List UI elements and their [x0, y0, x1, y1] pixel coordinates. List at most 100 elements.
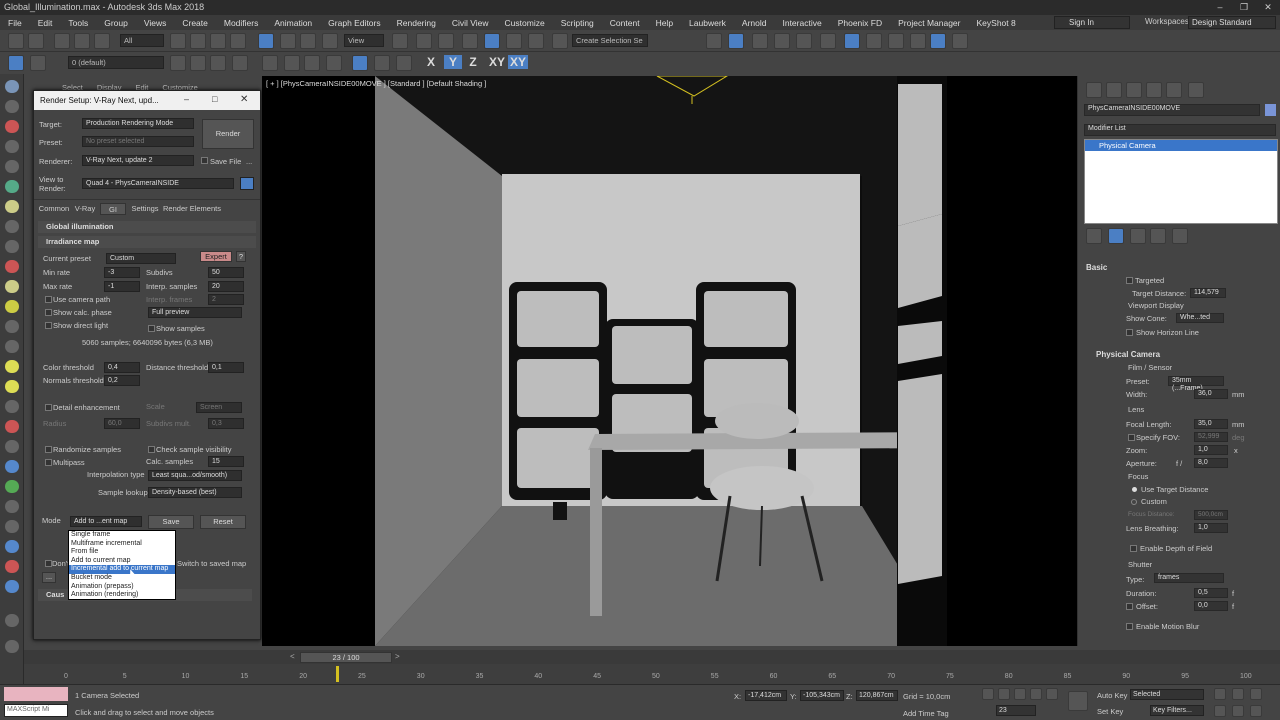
menu-tools[interactable]: Tools [60, 18, 96, 28]
menu-arnold[interactable]: Arnold [734, 18, 775, 28]
renderer-dropdown[interactable]: V-Ray Next, update 2 [82, 155, 194, 166]
mode-option[interactable]: Incremental add to current map [69, 565, 175, 574]
normals-threshold-input[interactable]: 0,2 [104, 375, 140, 386]
green-leaf-icon[interactable] [284, 55, 300, 71]
align-icon[interactable] [728, 33, 744, 49]
axis-x-button[interactable]: X [422, 55, 440, 69]
zoom-input[interactable]: 1,0 [1194, 445, 1228, 455]
selection-filter-dropdown[interactable]: All [120, 34, 164, 47]
specify-fov-checkbox[interactable] [1128, 434, 1135, 441]
rectangular-selection-icon[interactable] [210, 33, 226, 49]
distance-threshold-input[interactable]: 0,1 [208, 362, 244, 373]
cylinder-icon[interactable] [5, 320, 19, 333]
rendered-frame-window-icon[interactable] [910, 33, 926, 49]
x-coord-input[interactable]: -17,412cm [745, 690, 787, 701]
select-by-name-icon[interactable] [190, 33, 206, 49]
view-to-render-dropdown[interactable]: Quad 4 - PhysCameraINSIDE [82, 178, 234, 189]
mode-option[interactable]: Add to current map [69, 557, 175, 566]
spinner-snap-icon[interactable] [528, 33, 544, 49]
orbit-icon[interactable] [1250, 705, 1262, 717]
create-tab-icon[interactable] [1086, 82, 1102, 98]
edit-named-selection-icon[interactable] [552, 33, 568, 49]
spacewarp-icon[interactable] [5, 220, 19, 233]
keyboard-shortcut-icon[interactable] [438, 33, 454, 49]
tree-icon[interactable] [5, 480, 19, 493]
menu-group[interactable]: Group [96, 18, 136, 28]
basic-rollout[interactable]: Basic [1086, 263, 1107, 272]
duration-input[interactable]: 0,5 [1194, 588, 1228, 598]
pin-stack-icon[interactable] [1086, 228, 1102, 244]
material-editor-icon[interactable] [866, 33, 882, 49]
current-preset-dropdown[interactable]: Custom [106, 253, 176, 264]
show-end-result-icon[interactable] [1108, 228, 1124, 244]
blue-ball-icon[interactable] [5, 580, 19, 593]
scroll-icon[interactable] [5, 614, 19, 627]
show-horizon-line-checkbox[interactable] [1126, 329, 1133, 336]
menu-file[interactable]: File [0, 18, 30, 28]
set-key-icon[interactable] [1068, 691, 1088, 711]
dont-delete-checkbox[interactable] [45, 560, 52, 567]
light-bulb-icon[interactable] [5, 200, 19, 213]
pivot-center-icon[interactable] [392, 33, 408, 49]
redo-icon[interactable] [28, 33, 44, 49]
dialog-maximize-button[interactable]: □ [212, 94, 217, 104]
axis-y-button[interactable]: Y [444, 55, 462, 69]
object-name-input[interactable]: PhysCameraINSIDE00MOVE [1084, 104, 1260, 116]
zoom-all-icon[interactable] [1232, 688, 1244, 700]
save-file-checkbox[interactable] [201, 157, 208, 164]
link-icon[interactable] [54, 33, 70, 49]
menu-graph-editors[interactable]: Graph Editors [320, 18, 388, 28]
pan-icon[interactable] [1232, 705, 1244, 717]
curve-editor-icon[interactable] [820, 33, 836, 49]
grid-icon[interactable] [326, 55, 342, 71]
menu-create[interactable]: Create [174, 18, 216, 28]
menu-animation[interactable]: Animation [266, 18, 320, 28]
browse-map-button[interactable]: ... [42, 572, 56, 583]
axis-z-button[interactable]: Z [464, 55, 482, 69]
add-time-tag[interactable]: Add Time Tag [903, 709, 949, 718]
offset-checkbox[interactable] [1126, 603, 1133, 610]
cone-icon[interactable] [5, 340, 19, 353]
undo-icon[interactable] [8, 33, 24, 49]
use-camera-path-checkbox[interactable] [45, 296, 52, 303]
interpolation-type-dropdown[interactable]: Least squa...od/smooth) [148, 470, 242, 481]
scale-dropdown[interactable]: Screen [196, 402, 242, 413]
tool-icon[interactable] [5, 520, 19, 533]
add-to-layer-icon[interactable] [170, 55, 186, 71]
sample-lookup-dropdown[interactable]: Density-based (best) [148, 487, 242, 498]
layer-select-icon[interactable] [210, 55, 226, 71]
auto-key-button[interactable]: Auto Key [1097, 691, 1127, 700]
camera-icon[interactable] [5, 160, 19, 173]
menu-content[interactable]: Content [602, 18, 648, 28]
dialog-title-bar[interactable]: Render Setup: V-Ray Next, upd... [34, 91, 260, 110]
max-rate-input[interactable]: -1 [104, 281, 140, 292]
close-window-button[interactable]: ✕ [1256, 0, 1280, 15]
tab-settings[interactable]: Settings [128, 203, 162, 215]
menu-rendering[interactable]: Rendering [389, 18, 444, 28]
shutter-type-dropdown[interactable]: frames [1154, 573, 1224, 583]
preview-mode-dropdown[interactable]: Full preview [148, 307, 242, 318]
targeted-checkbox[interactable] [1126, 277, 1133, 284]
maxscript-input[interactable]: MAXScript Mi [4, 704, 68, 717]
sky-icon[interactable] [5, 380, 19, 393]
current-frame-input[interactable]: 23 [996, 705, 1036, 716]
target-distance-input[interactable]: 114,579 [1190, 288, 1226, 298]
calc-samples-input[interactable]: 15 [208, 456, 244, 467]
custom-radio[interactable] [1131, 499, 1137, 505]
enable-dof-checkbox[interactable] [1130, 545, 1137, 552]
camera-viewport[interactable]: [ + ] [PhysCameraINSIDE00MOVE ] [Standar… [262, 76, 1077, 646]
help-button[interactable]: ? [236, 251, 246, 262]
menu-help[interactable]: Help [648, 18, 681, 28]
tab-gi[interactable]: GI [100, 203, 126, 215]
dialog-close-button[interactable]: ✕ [240, 94, 248, 105]
remove-modifier-icon[interactable] [1150, 228, 1166, 244]
aperture-input[interactable]: 8,0 [1194, 458, 1228, 468]
mirror-icon[interactable] [706, 33, 722, 49]
mode-dropdown[interactable]: Add to ...ent map [70, 516, 142, 527]
focal-length-input[interactable]: 35,0 [1194, 419, 1228, 429]
mode-option[interactable]: Multiframe incremental [69, 540, 175, 549]
mode-option[interactable]: Bucket mode [69, 574, 175, 583]
scene-explorer-icon[interactable] [8, 55, 24, 71]
axis-xy-cycle-button[interactable]: XY [508, 55, 528, 69]
maxscript-listener-pink[interactable] [4, 687, 68, 701]
